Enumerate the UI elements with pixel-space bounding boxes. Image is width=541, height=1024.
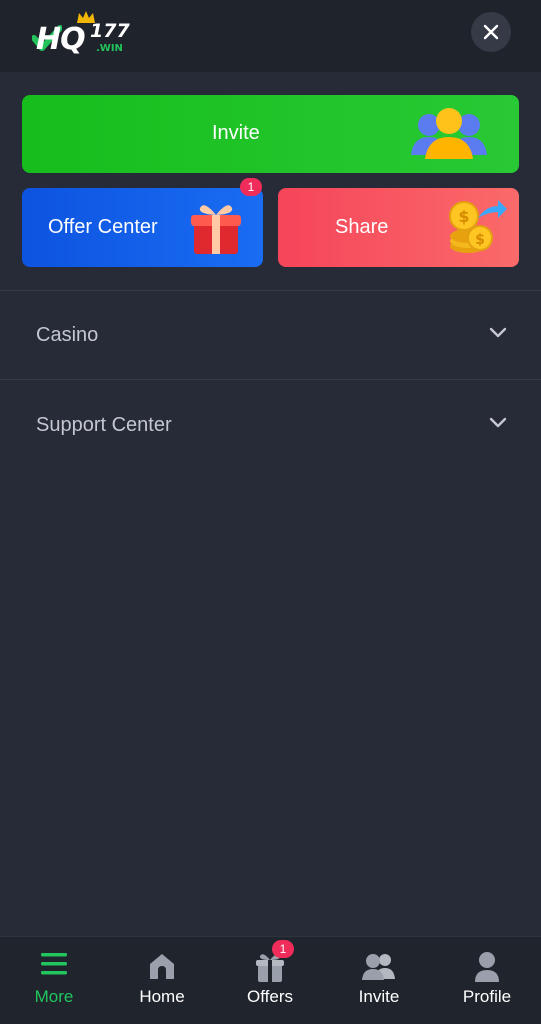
chevron-down-icon [489, 417, 507, 428]
tab-home-label: Home [139, 987, 185, 1006]
support-center-accordion[interactable]: Support Center [0, 380, 541, 468]
offer-center-card-label: Offer Center [48, 216, 158, 238]
profile-icon [475, 952, 499, 982]
bottom-tab-bar: More Home 1 Offers Invite Profile [0, 936, 541, 1024]
share-card-label: Share [335, 216, 389, 238]
home-icon [150, 954, 174, 979]
logo-number-text: 177 [90, 20, 130, 42]
casino-label: Casino [36, 324, 99, 346]
tab-invite-label: Invite [358, 987, 400, 1006]
tab-offers-label: Offers [247, 987, 293, 1006]
users-icon [411, 108, 487, 159]
svg-text:$: $ [458, 207, 469, 226]
menu-icon [41, 953, 67, 975]
gift-icon [191, 205, 241, 254]
svg-text:$: $ [475, 232, 485, 248]
tab-more[interactable]: More [0, 937, 108, 1024]
tab-profile-label: Profile [462, 987, 512, 1006]
close-icon [483, 24, 499, 40]
close-button[interactable] [471, 12, 511, 52]
header: HQ 177 .WIN [0, 0, 541, 72]
tab-more-label: More [34, 987, 74, 1006]
chevron-down-icon [489, 327, 507, 338]
logo[interactable]: HQ 177 .WIN [32, 10, 136, 62]
tab-home[interactable]: Home [108, 937, 216, 1024]
support-center-label: Support Center [36, 414, 172, 436]
invite-card-label: Invite [212, 122, 260, 144]
tab-invite[interactable]: Invite [325, 937, 433, 1024]
tab-offers[interactable]: 1 Offers [216, 937, 324, 1024]
logo-suffix-text: .WIN [96, 43, 123, 54]
casino-accordion[interactable]: Casino [0, 291, 541, 379]
invite-card[interactable]: Invite [22, 95, 519, 173]
share-card[interactable]: Share $ $ [278, 188, 519, 267]
logo-main-text: HQ [36, 22, 86, 57]
coins-icon: $ $ [449, 200, 507, 253]
offers-badge: 1 [272, 940, 294, 958]
offer-center-badge: 1 [240, 178, 262, 196]
offer-center-card[interactable]: Offer Center [22, 188, 263, 267]
tab-profile[interactable]: Profile [433, 937, 541, 1024]
users-icon [362, 954, 395, 980]
